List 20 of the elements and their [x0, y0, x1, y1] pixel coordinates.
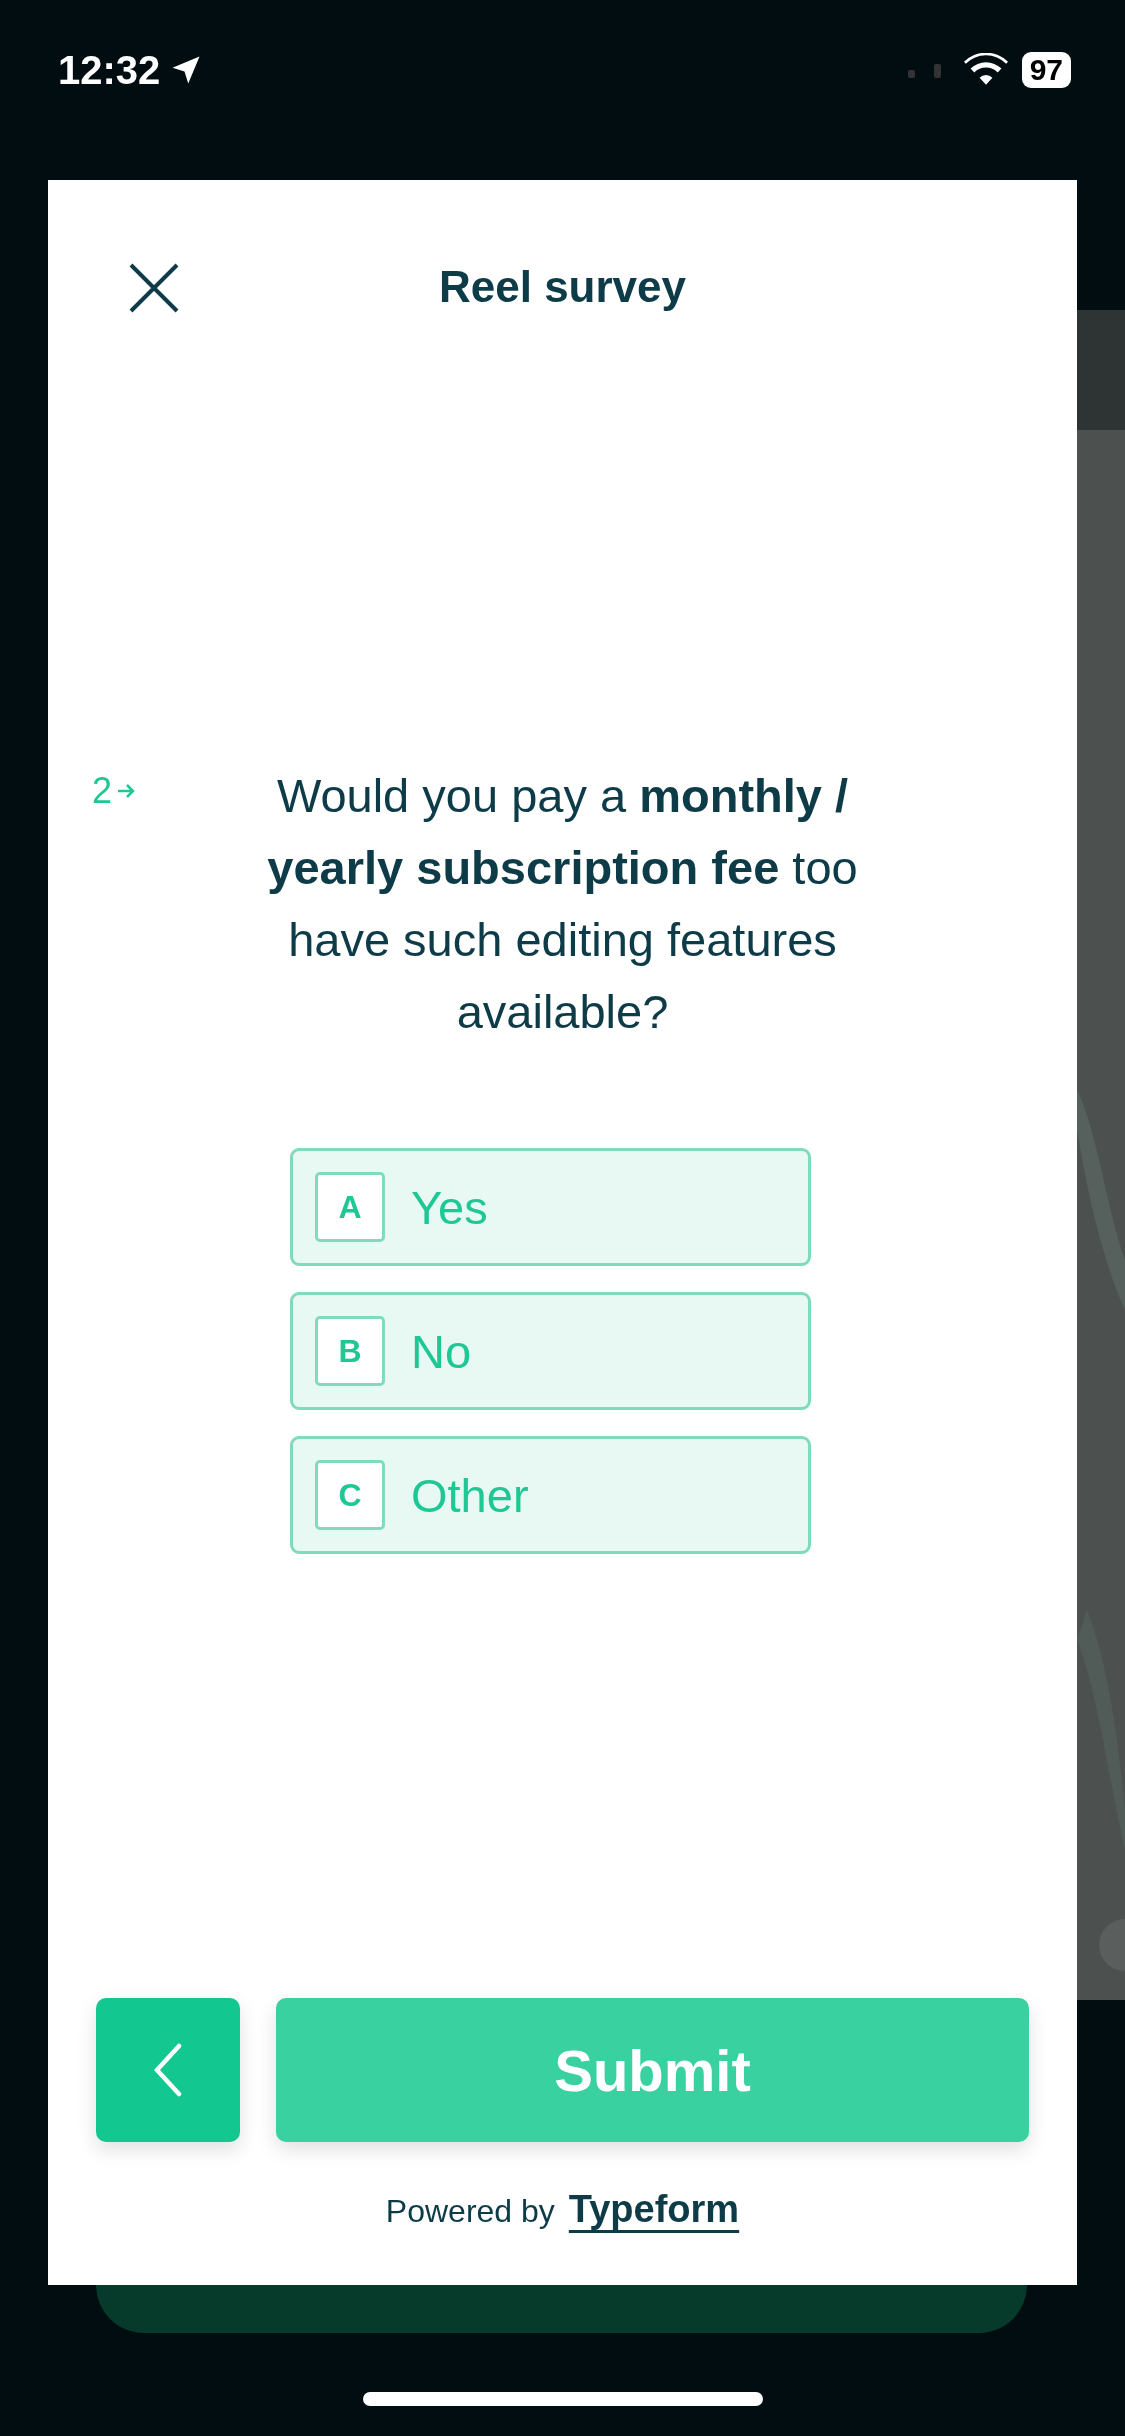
option-key: C	[315, 1460, 385, 1530]
chevron-left-icon	[154, 2043, 182, 2097]
status-time: 12:32	[58, 47, 161, 94]
answer-option[interactable]: A Yes	[290, 1148, 811, 1266]
answer-option[interactable]: C Other	[290, 1436, 811, 1554]
question-number: 2	[92, 770, 113, 812]
powered-by-text: Powered by	[385, 2193, 555, 2230]
battery-level: 97	[1021, 52, 1071, 88]
survey-title: Reel survey	[438, 262, 687, 312]
close-icon[interactable]	[128, 262, 180, 314]
answer-option[interactable]: B No	[290, 1292, 811, 1410]
option-label: No	[411, 1323, 472, 1379]
option-label: Other	[411, 1467, 529, 1523]
option-key: A	[315, 1172, 385, 1242]
wifi-icon	[963, 53, 1008, 87]
typeform-link[interactable]: Typeform	[568, 2188, 740, 2231]
submit-button[interactable]: Submit	[276, 1998, 1029, 2142]
option-key: B	[315, 1316, 385, 1386]
question-text: Would you pay a monthly / yearly subscription fee too have such editing features available?	[266, 768, 859, 1040]
option-label: Yes	[411, 1179, 488, 1235]
